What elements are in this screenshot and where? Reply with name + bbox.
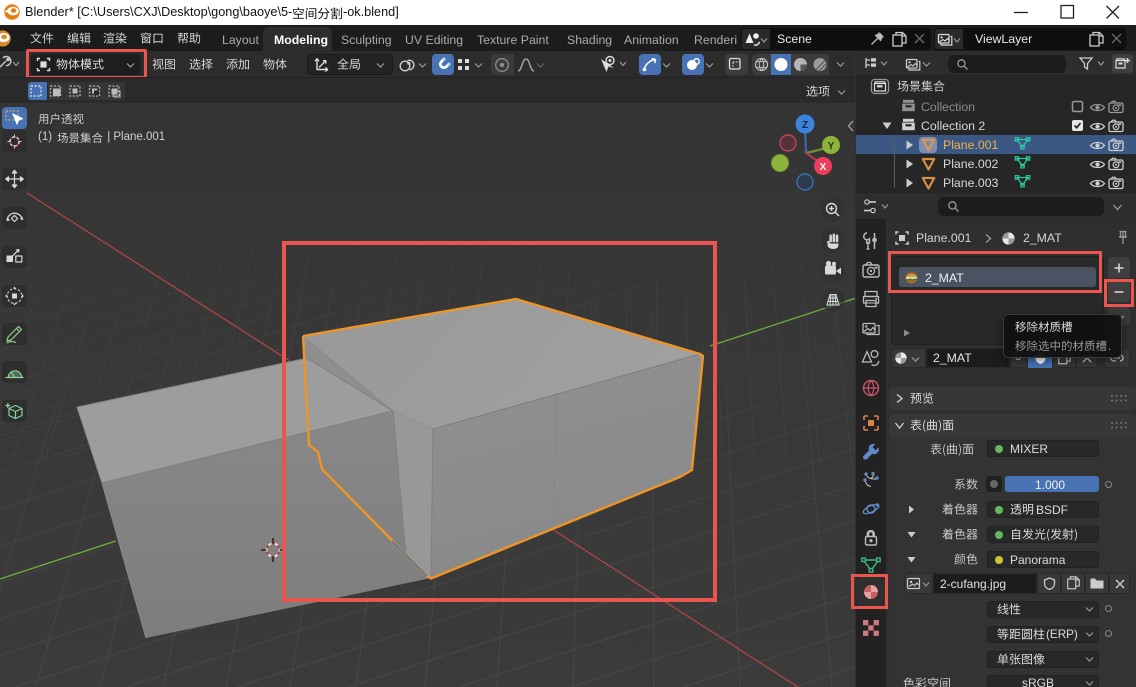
svg-text:Y: Y — [828, 141, 835, 152]
svg-text:Z: Z — [802, 120, 808, 131]
svg-text:X: X — [820, 162, 827, 173]
